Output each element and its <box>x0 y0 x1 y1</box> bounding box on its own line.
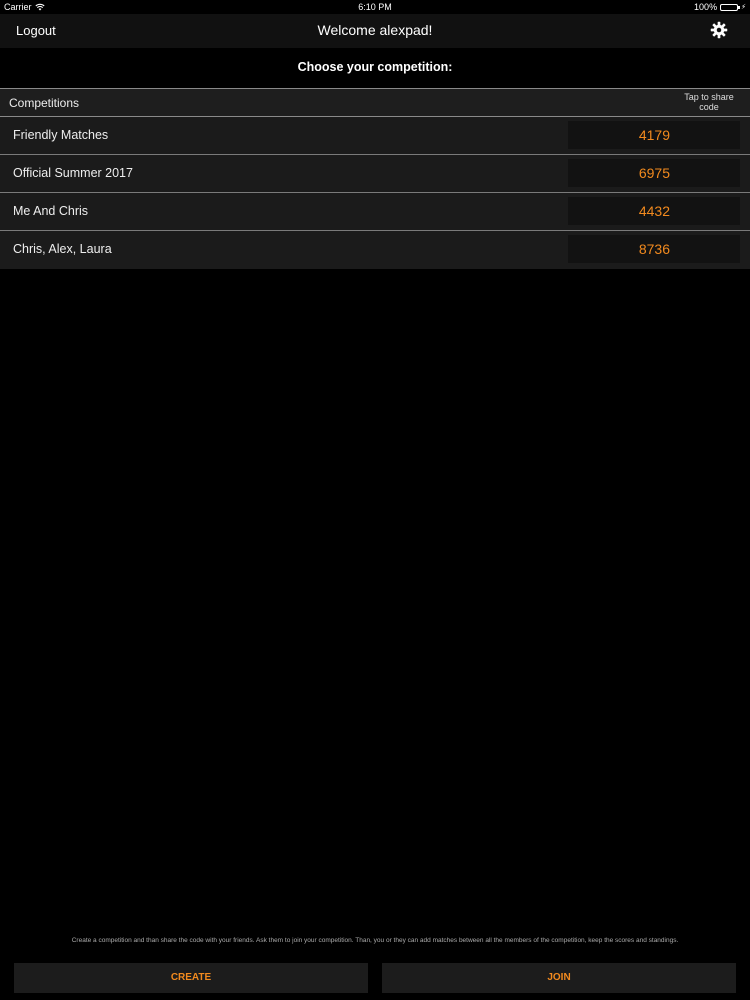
share-code-button[interactable]: 4432 <box>568 197 740 225</box>
share-code-button[interactable]: 6975 <box>568 159 740 187</box>
competition-row[interactable]: Chris, Alex, Laura 8736 <box>0 231 750 269</box>
competition-name: Official Summer 2017 <box>13 166 133 180</box>
share-code-button[interactable]: 8736 <box>568 235 740 263</box>
competition-row[interactable]: Official Summer 2017 6975 <box>0 155 750 193</box>
competitions-label: Competitions <box>9 96 80 110</box>
create-button[interactable]: CREATE <box>14 963 368 993</box>
help-text: Create a competition and than share the … <box>71 937 679 944</box>
charging-icon: ⚡ <box>741 4 746 11</box>
gear-icon[interactable] <box>710 21 728 39</box>
nav-bar: Logout Welcome alexpad! <box>0 14 750 48</box>
competitions-section-header: Competitions Tap to share code <box>0 88 750 117</box>
choose-competition-heading: Choose your competition: <box>0 48 750 88</box>
share-code-hint: Tap to share code <box>684 92 734 112</box>
competition-name: Friendly Matches <box>13 128 109 142</box>
status-bar: Carrier 6:10 PM 100% ⚡ <box>0 0 750 14</box>
share-code-button[interactable]: 4179 <box>568 121 740 149</box>
status-time: 6:10 PM <box>358 2 392 12</box>
page-title: Welcome alexpad! <box>317 22 433 38</box>
battery-percent: 100% <box>694 2 718 12</box>
competition-name: Me And Chris <box>13 204 89 218</box>
competition-name: Chris, Alex, Laura <box>13 242 112 256</box>
competition-row[interactable]: Me And Chris 4432 <box>0 193 750 231</box>
battery-icon <box>720 3 741 11</box>
competitions-list: Friendly Matches 4179 Official Summer 20… <box>0 117 750 269</box>
join-button[interactable]: JOIN <box>382 963 736 993</box>
competition-row[interactable]: Friendly Matches 4179 <box>0 117 750 155</box>
